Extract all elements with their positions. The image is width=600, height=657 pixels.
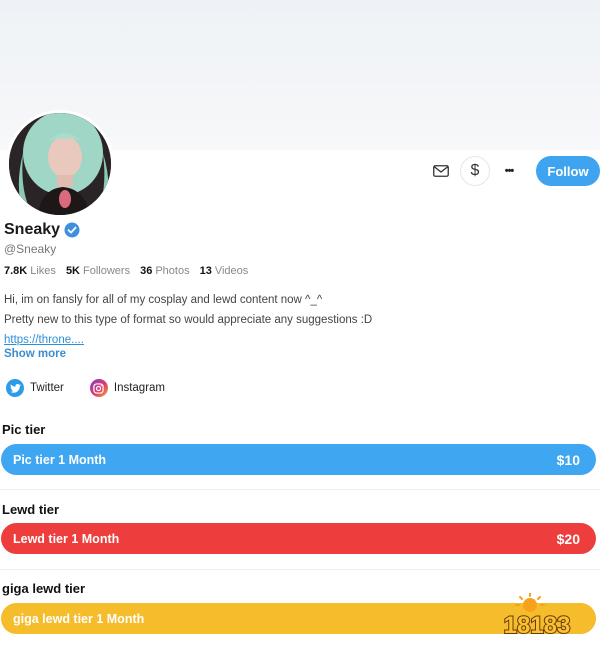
tier-title: Lewd tier <box>2 502 60 517</box>
tier-button-label: Lewd tier 1 Month <box>13 531 120 546</box>
twitter-icon <box>6 379 24 397</box>
message-button[interactable] <box>426 156 456 186</box>
tier-title: Pic tier <box>2 422 46 437</box>
more-dots-icon: ••• <box>504 165 515 177</box>
tier-button-label: Pic tier 1 Month <box>13 452 107 467</box>
social-twitter[interactable]: Twitter <box>4 376 72 400</box>
tier-price: $10 <box>556 451 580 468</box>
tier-subscribe-button[interactable]: Lewd tier 1 Month $20 <box>1 523 596 554</box>
follow-button[interactable]: Follow <box>536 156 600 186</box>
svg-text:18183: 18183 <box>504 612 571 639</box>
envelope-icon <box>433 165 449 177</box>
more-button[interactable]: ••• <box>494 156 524 186</box>
divider <box>0 569 600 570</box>
divider <box>0 489 600 490</box>
bio-link[interactable]: https://throne.... <box>4 334 84 346</box>
profile-actions: $ ••• Follow <box>426 156 600 186</box>
tier-button-label: giga lewd tier 1 Month <box>13 611 145 626</box>
avatar[interactable] <box>6 110 114 218</box>
verified-badge-icon <box>64 222 80 238</box>
profile-name-row: Sneaky <box>4 221 80 239</box>
stat-followers: 5K Followers <box>65 265 131 277</box>
bio-line: Hi, im on fansly for all of my cosplay a… <box>4 294 323 306</box>
profile-stats: 7.8K Likes 5K Followers 36 Photos 13 Videos <box>4 265 258 277</box>
profile-handle: @Sneaky <box>4 242 57 256</box>
profile-bio: Hi, im on fansly for all of my cosplay a… <box>4 290 594 350</box>
social-instagram[interactable]: Instagram <box>87 376 174 400</box>
watermark-logo: 18183 <box>503 593 571 639</box>
social-links: Twitter Instagram <box>4 376 189 400</box>
stat-photos: 36 Photos <box>140 265 190 277</box>
avatar-photo <box>9 113 111 215</box>
display-name: Sneaky <box>4 221 61 238</box>
tier-title: giga lewd tier <box>2 581 86 596</box>
dollar-icon: $ <box>470 162 480 179</box>
stat-videos: 13 Videos <box>199 265 249 277</box>
social-instagram-label: Instagram <box>113 382 166 394</box>
instagram-icon <box>89 379 108 397</box>
show-more-link[interactable]: Show more <box>4 348 66 360</box>
social-twitter-label: Twitter <box>30 382 64 394</box>
tip-button[interactable]: $ <box>460 156 490 186</box>
tier-price: $20 <box>556 530 580 547</box>
tier-subscribe-button[interactable]: Pic tier 1 Month $10 <box>1 444 596 475</box>
bio-line: Pretty new to this type of format so wou… <box>4 314 373 326</box>
stat-likes: 7.8K Likes <box>4 265 56 277</box>
